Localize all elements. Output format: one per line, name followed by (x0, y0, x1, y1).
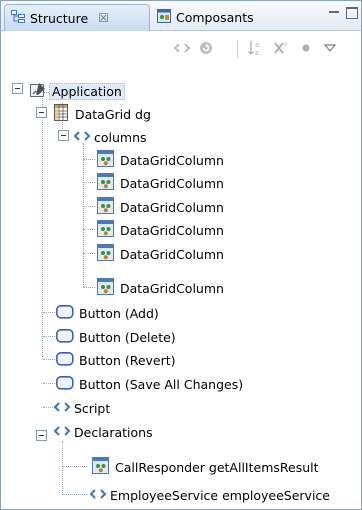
tree-line (83, 287, 95, 288)
tag-icon (53, 401, 71, 416)
button-component-icon (56, 351, 74, 369)
tree-node-declarations[interactable]: Declarations (53, 422, 153, 442)
tree-node-datagridcolumn[interactable]: DataGridColumn (97, 277, 224, 299)
tree-node-datagrid[interactable]: DataGrid dg (54, 103, 151, 125)
tree-line (83, 159, 95, 160)
datagridcolumn-label: DataGridColumn (120, 152, 224, 168)
datagridcolumn-label: DataGridColumn (120, 175, 224, 191)
sort-az-icon[interactable]: az (244, 38, 268, 58)
datagrid-label: DataGrid dg (75, 106, 151, 122)
tab-structure-label: Structure (30, 10, 89, 26)
button-component-icon (56, 375, 74, 393)
close-icon[interactable]: ☒ (98, 11, 109, 25)
tree-line-declarations (62, 441, 63, 495)
collapse-datagrid-icon[interactable] (36, 107, 47, 118)
callresponder-label: CallResponder getAllItemsResult (115, 459, 319, 475)
structure-view: Structure ☒ Composants az s Application … (0, 0, 362, 510)
tree-node-datagridcolumn[interactable]: DataGridColumn (97, 196, 224, 218)
tree-node-script[interactable]: Script (53, 398, 110, 418)
tree-node-button-revert[interactable]: Button (Revert) (56, 350, 176, 370)
tree-node-datagridcolumn[interactable]: DataGridColumn (97, 243, 224, 265)
button-revert-label: Button (Revert) (79, 352, 176, 368)
tree-line (83, 253, 95, 254)
component-icon (97, 149, 115, 171)
datagridcolumn-label: DataGridColumn (120, 280, 224, 296)
employeeservice-label: EmployeeService employeeService (110, 487, 330, 503)
tab-structure[interactable]: Structure ☒ (4, 4, 150, 31)
datagridcolumn-label: DataGridColumn (120, 199, 224, 215)
composants-view-icon (157, 9, 171, 26)
svg-text:z: z (255, 49, 259, 57)
tree-node-button-add[interactable]: Button (Add) (56, 303, 159, 323)
tree-line (43, 383, 55, 384)
script-label: Script (74, 400, 111, 416)
tree-line (43, 336, 55, 337)
view-toolbar: az s (1, 32, 361, 64)
component-icon (97, 172, 115, 194)
tree-line (63, 466, 87, 467)
tree-node-button-delete[interactable]: Button (Delete) (56, 327, 176, 347)
declarations-label: Declarations (74, 424, 153, 440)
component-icon (97, 196, 115, 218)
svg-text:a: a (255, 41, 259, 49)
button-delete-label: Button (Delete) (79, 329, 176, 345)
datagridcolumn-label: DataGridColumn (120, 246, 224, 262)
tree-line (83, 206, 95, 207)
button-component-icon (56, 304, 74, 322)
component-icon (97, 243, 115, 265)
tree-line (43, 312, 55, 313)
hide-static-icon[interactable]: s (269, 38, 293, 58)
refresh-icon[interactable] (195, 38, 217, 58)
tree-node-button-save-all[interactable]: Button (Save All Changes) (56, 374, 243, 394)
tree-line (43, 359, 55, 360)
button-add-label: Button (Add) (79, 305, 159, 321)
tag-icon (73, 130, 91, 145)
tree-node-employeeservice[interactable]: EmployeeService employeeService (89, 485, 330, 505)
tree-node-datagridcolumn[interactable]: DataGridColumn (97, 149, 224, 171)
collapse-application-icon[interactable] (12, 83, 23, 94)
tree-line-application (42, 93, 43, 359)
tree-node-datagridcolumn[interactable]: DataGridColumn (97, 172, 224, 194)
application-icon (30, 82, 46, 101)
application-label: Application (49, 82, 125, 100)
tree-node-callresponder[interactable]: CallResponder getAllItemsResult (92, 456, 319, 478)
tree-line (83, 182, 95, 183)
tree-line-columns (83, 143, 84, 287)
button-component-icon (56, 328, 74, 346)
tab-composants[interactable]: Composants (151, 4, 254, 31)
tree-node-columns[interactable]: columns (73, 127, 147, 147)
tree-node-application[interactable]: Application (30, 81, 125, 101)
columns-label: columns (94, 129, 147, 145)
component-icon (97, 219, 115, 241)
tree-node-datagridcolumn[interactable]: DataGridColumn (97, 219, 224, 241)
datagridcolumn-label: DataGridColumn (120, 222, 224, 238)
minimize-icon[interactable] (327, 7, 341, 19)
tree-line (63, 494, 87, 495)
tag-icon (53, 425, 71, 440)
svg-text:s: s (284, 41, 287, 48)
toolbar-separator (237, 40, 238, 58)
structure-view-icon (11, 9, 25, 27)
structure-tree: Application DataGrid dg columns DataGrid… (1, 65, 361, 509)
show-source-icon[interactable] (171, 38, 193, 58)
view-menu-icon[interactable] (319, 38, 341, 58)
collapse-columns-icon[interactable] (58, 130, 69, 141)
button-save-all-label: Button (Save All Changes) (79, 376, 244, 392)
component-icon (92, 456, 110, 478)
datagrid-icon (54, 103, 70, 125)
maximize-icon[interactable] (346, 7, 358, 19)
view-tab-bar: Structure ☒ Composants (1, 1, 361, 31)
component-icon (97, 277, 115, 299)
collapse-declarations-icon[interactable] (36, 430, 47, 441)
tree-line (83, 229, 95, 230)
tab-composants-label: Composants (176, 10, 254, 25)
tag-icon (89, 488, 107, 503)
hide-nonpublic-icon[interactable] (295, 38, 317, 58)
